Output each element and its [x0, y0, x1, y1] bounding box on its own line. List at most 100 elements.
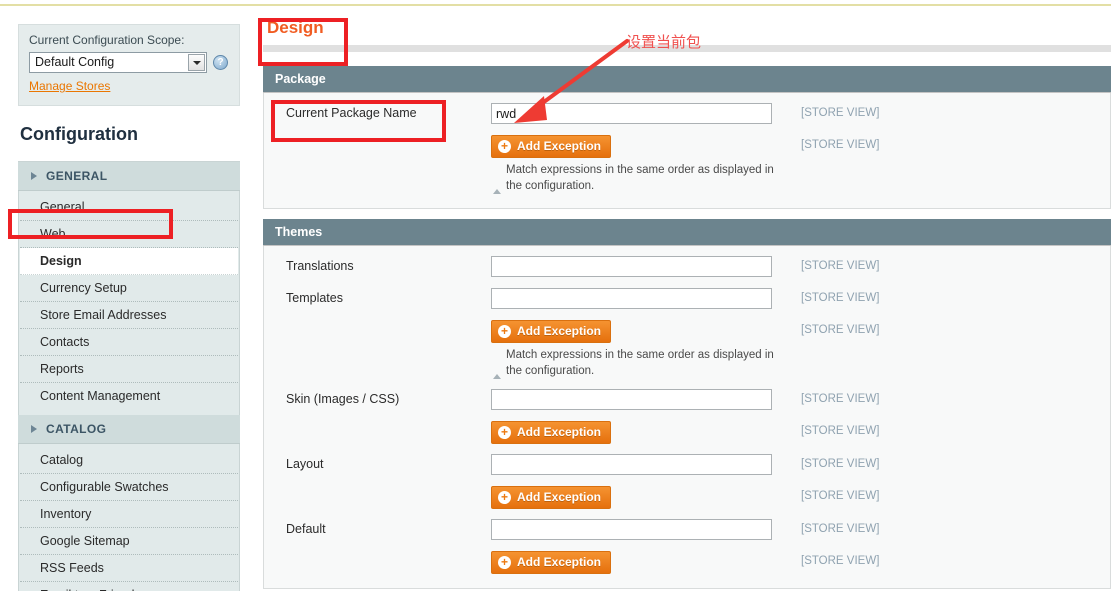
label-spacer: [286, 135, 491, 138]
templates-hint: Match expressions in the same order as d…: [491, 347, 776, 379]
label-spacer: [286, 486, 491, 489]
sidebar-item-email-to-a-friend[interactable]: Email to a Friend: [20, 582, 238, 591]
configuration-heading: Configuration: [18, 106, 240, 161]
admin-design-configuration-page: Current Configuration Scope: Default Con…: [0, 0, 1111, 591]
scope-select-value: Default Config: [35, 55, 115, 69]
label-current-package-name: Current Package Name: [286, 106, 417, 120]
sidebar-item-contacts[interactable]: Contacts: [20, 329, 238, 356]
default-input[interactable]: [491, 519, 772, 540]
row-current-package-name: Current Package Name [STORE VIEW]: [264, 103, 1110, 125]
store-view-scope-label: [STORE VIEW]: [801, 523, 880, 535]
store-view-scope-label: [STORE VIEW]: [801, 490, 880, 502]
field-skin: [491, 389, 774, 410]
configuration-nav: GENERAL General Web Design Currency Setu…: [18, 161, 240, 591]
panel-package-header[interactable]: Package: [263, 66, 1111, 93]
sidebar-item-general[interactable]: General: [20, 194, 238, 221]
sidebar-item-inventory[interactable]: Inventory: [20, 501, 238, 528]
sidebar-item-store-email-addresses[interactable]: Store Email Addresses: [20, 302, 238, 329]
store-view-scope-label: [STORE VIEW]: [801, 292, 880, 304]
store-view-scope-label: [STORE VIEW]: [801, 260, 880, 272]
field-layout-add-exception: + Add Exception: [491, 486, 774, 509]
chevron-down-icon[interactable]: [188, 54, 205, 71]
configuration-scope-box: Current Configuration Scope: Default Con…: [18, 24, 240, 106]
plus-circle-icon: +: [498, 425, 511, 439]
row-layout: Layout [STORE VIEW]: [264, 454, 1110, 476]
add-exception-label: Add Exception: [517, 324, 602, 338]
sidebar: Current Configuration Scope: Default Con…: [18, 24, 240, 591]
sidebar-item-design[interactable]: Design: [20, 248, 238, 275]
store-view-scope-label: [STORE VIEW]: [801, 139, 880, 151]
label-translations: Translations: [286, 259, 354, 273]
label-templates: Templates: [286, 291, 343, 305]
sidebar-item-content-management[interactable]: Content Management: [20, 383, 238, 409]
panel-package: Package Current Package Name [STORE VIEW…: [263, 66, 1111, 209]
add-exception-label: Add Exception: [517, 555, 602, 569]
sidebar-item-google-sitemap[interactable]: Google Sitemap: [20, 528, 238, 555]
scope-row: Default Config ?: [29, 52, 229, 73]
field-default: [491, 519, 774, 540]
label-skin: Skin (Images / CSS): [286, 392, 400, 406]
add-exception-button[interactable]: + Add Exception: [491, 135, 612, 158]
field-layout: [491, 454, 774, 475]
sidebar-group-catalog[interactable]: CATALOG: [18, 415, 240, 444]
top-accent-rule: [0, 4, 1111, 6]
plus-circle-icon: +: [498, 555, 511, 569]
plus-circle-icon: +: [498, 139, 511, 153]
plus-circle-icon: +: [498, 490, 511, 504]
sidebar-item-currency-setup[interactable]: Currency Setup: [20, 275, 238, 302]
row-skin-add-exception: + Add Exception [STORE VIEW]: [264, 421, 1110, 444]
field-translations: [491, 256, 774, 277]
triangle-right-icon: [31, 172, 37, 180]
panel-themes-header[interactable]: Themes: [263, 219, 1111, 246]
label-spacer: [286, 551, 491, 554]
store-view-scope-label: [STORE VIEW]: [801, 107, 880, 119]
row-default-add-exception: + Add Exception [STORE VIEW]: [264, 551, 1110, 574]
store-view-scope-label: [STORE VIEW]: [801, 425, 880, 437]
row-default: Default [STORE VIEW]: [264, 519, 1110, 541]
add-exception-label: Add Exception: [517, 490, 602, 504]
add-exception-label: Add Exception: [517, 425, 602, 439]
panel-themes: Themes Translations [STORE VIEW] Templat…: [263, 219, 1111, 589]
field-templates: [491, 288, 774, 309]
add-exception-button[interactable]: + Add Exception: [491, 551, 612, 574]
title-divider: [263, 45, 1111, 52]
sidebar-item-reports[interactable]: Reports: [20, 356, 238, 383]
row-layout-add-exception: + Add Exception [STORE VIEW]: [264, 486, 1110, 509]
translations-input[interactable]: [491, 256, 772, 277]
manage-stores-link[interactable]: Manage Stores: [29, 79, 110, 93]
skin-input[interactable]: [491, 389, 772, 410]
row-templates: Templates [STORE VIEW]: [264, 288, 1110, 310]
add-exception-label: Add Exception: [517, 139, 602, 153]
triangle-right-icon: [31, 425, 37, 433]
panel-themes-body: Translations [STORE VIEW] Templates [STO…: [263, 246, 1111, 589]
layout-input[interactable]: [491, 454, 772, 475]
triangle-up-icon: [493, 167, 501, 194]
sidebar-item-rss-feeds[interactable]: RSS Feeds: [20, 555, 238, 582]
field-package-add-exception: + Add Exception Match expressions in the…: [491, 135, 774, 194]
add-exception-button[interactable]: + Add Exception: [491, 486, 612, 509]
field-current-package-name: [491, 103, 774, 124]
sidebar-item-web[interactable]: Web: [20, 221, 238, 248]
question-mark-icon[interactable]: ?: [213, 55, 228, 70]
label-spacer: [286, 421, 491, 424]
store-view-scope-label: [STORE VIEW]: [801, 458, 880, 470]
row-translations: Translations [STORE VIEW]: [264, 256, 1110, 278]
sidebar-group-label: GENERAL: [46, 169, 108, 183]
label-spacer: [286, 320, 491, 323]
panel-package-body: Current Package Name [STORE VIEW] + Add …: [263, 93, 1111, 209]
row-package-add-exception: + Add Exception Match expressions in the…: [264, 135, 1110, 194]
scope-select[interactable]: Default Config: [29, 52, 207, 73]
field-default-add-exception: + Add Exception: [491, 551, 774, 574]
sidebar-item-configurable-swatches[interactable]: Configurable Swatches: [20, 474, 238, 501]
templates-input[interactable]: [491, 288, 772, 309]
label-layout: Layout: [286, 457, 324, 471]
sidebar-group-general[interactable]: GENERAL: [18, 162, 240, 191]
templates-hint-text: Match expressions in the same order as d…: [506, 349, 774, 377]
current-package-name-input[interactable]: [491, 103, 772, 124]
sidebar-item-catalog[interactable]: Catalog: [20, 447, 238, 474]
add-exception-button[interactable]: + Add Exception: [491, 421, 612, 444]
main-content: Design Package Current Package Name [STO…: [263, 18, 1111, 591]
store-view-scope-label: [STORE VIEW]: [801, 393, 880, 405]
sidebar-sublist-general: General Web Design Currency Setup Store …: [18, 191, 240, 415]
add-exception-button[interactable]: + Add Exception: [491, 320, 612, 343]
